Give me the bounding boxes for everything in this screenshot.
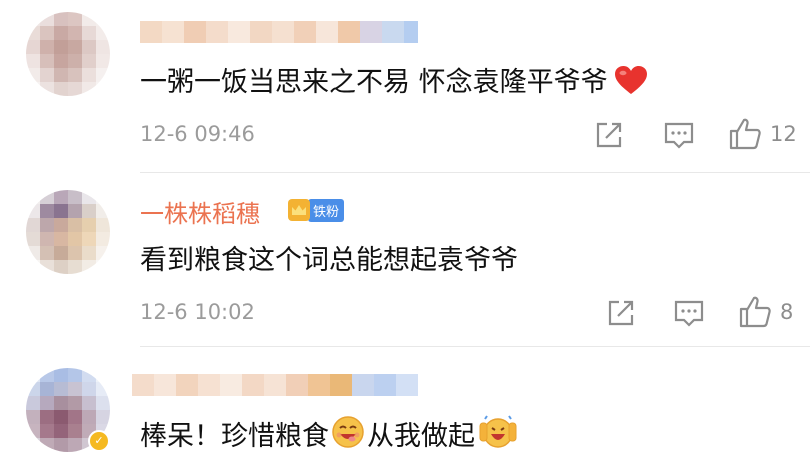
comment-icon [674,300,704,327]
like-count: 12 [770,122,797,146]
thumbs-up-icon [729,118,761,150]
username-obscured[interactable] [140,21,418,43]
username[interactable]: 一株株稻穗 [140,194,260,229]
comment-item: ✓ 棒呆！珍惜粮食 从我做起 [0,350,810,464]
verified-badge-icon: ✓ [88,430,110,452]
comment-icon [664,122,694,149]
fan-badge[interactable]: 铁粉 [288,198,345,222]
divider [140,346,810,347]
share-button[interactable] [594,120,624,150]
comment-time: 12-6 09:46 [140,122,255,146]
comment-item: 一株株稻穗 铁粉 看到粮食这个词总能想起袁爷爷 12-6 10:02 8 [0,176,810,350]
thumbs-up-icon [739,296,771,328]
comment-time: 12-6 10:02 [140,300,255,324]
share-button[interactable] [606,298,636,328]
yum-face-icon [331,415,365,456]
like-count: 8 [780,300,794,324]
fan-badge-label: 铁粉 [308,198,345,222]
comment-button[interactable] [674,300,704,328]
crown-icon [288,199,310,221]
cheer-face-icon [479,415,517,456]
divider [140,172,810,173]
comment-text: 看到粮食这个词总能想起袁爷爷 [140,245,518,276]
like-button[interactable]: 12 [728,117,797,151]
comment-button[interactable] [664,122,694,150]
share-icon [608,300,634,326]
heart-icon [614,65,648,102]
comment-text: 一粥一饭当思来之不易 怀念袁隆平爷爷 [140,60,648,102]
comment-text: 棒呆！珍惜粮食 从我做起 [140,414,517,456]
comment-item: 一粥一饭当思来之不易 怀念袁隆平爷爷 12-6 09:46 12 [0,0,810,176]
username-obscured[interactable] [132,374,418,396]
avatar[interactable] [26,12,110,96]
avatar[interactable] [26,190,110,274]
share-icon [596,122,622,148]
like-button[interactable]: 8 [738,295,793,329]
